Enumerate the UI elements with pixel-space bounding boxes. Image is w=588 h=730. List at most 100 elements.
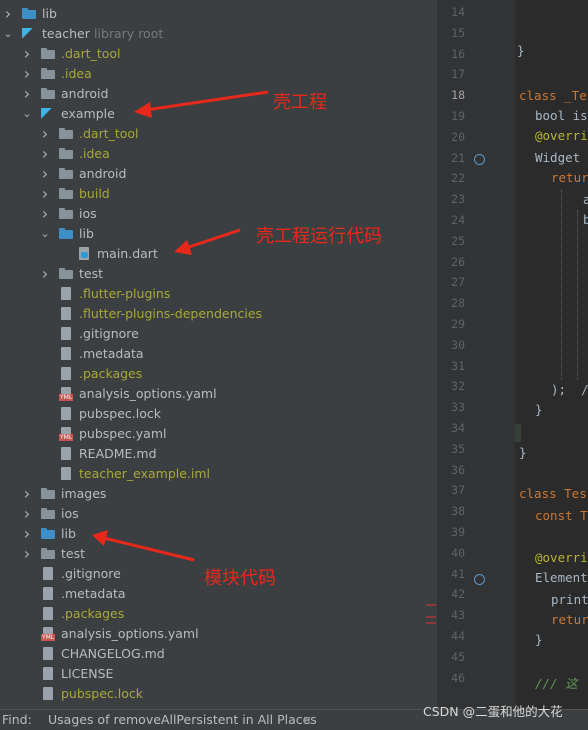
- tree-row[interactable]: › images: [0, 484, 437, 504]
- tree-row[interactable]: pubspec.lock: [0, 404, 437, 424]
- tree-row-label: .metadata: [79, 346, 144, 361]
- file-icon: [59, 287, 73, 301]
- code-line-32[interactable]: ); /: [551, 380, 588, 400]
- override-marker-icon[interactable]: [474, 154, 485, 165]
- tree-row[interactable]: .flutter-plugins: [0, 284, 437, 304]
- chevron-right-icon[interactable]: ›: [21, 524, 33, 544]
- gitignore-file-icon: [59, 327, 73, 341]
- tree-row-label: android: [61, 86, 109, 101]
- tree-row[interactable]: ⌄ ◤ teacher library root: [0, 24, 437, 44]
- tree-row[interactable]: › .idea: [0, 144, 437, 164]
- tree-row[interactable]: ⌄ ◤ example: [0, 104, 437, 124]
- find-tab[interactable]: Usages of removeAllPersistent in All Pla…: [48, 710, 317, 730]
- code-line-42[interactable]: print: [551, 590, 588, 610]
- tree-row-label: test: [61, 546, 86, 561]
- close-icon[interactable]: ×: [302, 710, 312, 730]
- code-line-33[interactable]: }: [535, 400, 543, 420]
- folder-test-icon: [59, 267, 73, 281]
- chevron-down-icon[interactable]: ⌄: [2, 24, 14, 44]
- chevron-right-icon[interactable]: ›: [21, 64, 33, 84]
- code-line-38[interactable]: const T: [535, 506, 588, 526]
- code-line-20[interactable]: @overri: [535, 126, 588, 146]
- tree-row-label: .gitignore: [61, 566, 121, 581]
- code-line-22[interactable]: retur: [551, 168, 588, 188]
- folder-gear-icon: [59, 187, 73, 201]
- tree-row-label: .dart_tool: [61, 46, 121, 61]
- tree-row-label: analysis_options.yaml: [61, 626, 199, 641]
- yaml-file-icon: [59, 387, 74, 401]
- tree-row[interactable]: › android: [0, 164, 437, 184]
- file-icon: [41, 607, 55, 621]
- code-line-37[interactable]: class Tes: [519, 484, 587, 504]
- chevron-right-icon[interactable]: ›: [21, 484, 33, 504]
- tree-row[interactable]: › build: [0, 184, 437, 204]
- chevron-right-icon[interactable]: ›: [21, 504, 33, 524]
- tree-row[interactable]: › .dart_tool: [0, 44, 437, 64]
- chevron-right-icon[interactable]: ›: [2, 4, 14, 24]
- tree-row-label: pubspec.yaml: [79, 426, 167, 441]
- tree-row[interactable]: .gitignore: [0, 324, 437, 344]
- file-icon: [59, 307, 73, 321]
- tree-row[interactable]: › android: [0, 84, 437, 104]
- tree-row[interactable]: pubspec.yaml: [0, 424, 437, 444]
- chevron-right-icon[interactable]: ›: [21, 544, 33, 564]
- error-stripe-mark[interactable]: [426, 622, 436, 624]
- code-line-46[interactable]: /// 这: [535, 674, 578, 694]
- chevron-right-icon[interactable]: ›: [39, 164, 51, 184]
- tree-row[interactable]: › lib: [0, 4, 437, 24]
- tree-row[interactable]: › ios: [0, 204, 437, 224]
- folder-gear-icon: [59, 147, 73, 161]
- tree-row[interactable]: .metadata: [0, 344, 437, 364]
- tree-row[interactable]: analysis_options.yaml: [0, 624, 437, 644]
- tree-row-label: LICENSE: [61, 666, 114, 681]
- tree-row[interactable]: .packages: [0, 604, 437, 624]
- tree-row-label: ios: [61, 506, 79, 521]
- chevron-right-icon[interactable]: ›: [39, 204, 51, 224]
- tree-row[interactable]: LICENSE: [0, 664, 437, 684]
- override-marker-icon[interactable]: [474, 574, 485, 585]
- chevron-right-icon[interactable]: ›: [21, 84, 33, 104]
- tree-row[interactable]: teacher_example.iml: [0, 464, 437, 484]
- error-stripe-mark[interactable]: [426, 616, 436, 618]
- chevron-right-icon[interactable]: ›: [39, 124, 51, 144]
- code-line-19[interactable]: bool is: [535, 106, 588, 126]
- tree-row[interactable]: › test: [0, 544, 437, 564]
- error-stripe-mark[interactable]: [426, 604, 436, 606]
- line-number: 44: [451, 629, 465, 643]
- code-line-44[interactable]: }: [535, 630, 543, 650]
- chevron-right-icon[interactable]: ›: [39, 144, 51, 164]
- tree-row[interactable]: analysis_options.yaml: [0, 384, 437, 404]
- chevron-right-icon[interactable]: ›: [39, 184, 51, 204]
- code-line-24[interactable]: b: [583, 210, 588, 230]
- line-number: 41: [451, 566, 465, 581]
- tree-row[interactable]: .packages: [0, 364, 437, 384]
- line-number: 31: [451, 358, 465, 373]
- chevron-down-icon[interactable]: ⌄: [39, 224, 51, 244]
- code-line-17[interactable]: }: [517, 41, 525, 61]
- line-number: 46: [451, 670, 465, 685]
- code-line-21[interactable]: Widget: [535, 148, 588, 168]
- tree-row[interactable]: › lib: [0, 524, 437, 544]
- line-number: 28: [451, 296, 465, 311]
- code-line-40[interactable]: @overri: [535, 548, 588, 568]
- file-icon: [59, 407, 73, 421]
- tree-row[interactable]: README.md: [0, 444, 437, 464]
- tree-row[interactable]: › ios: [0, 504, 437, 524]
- code-editor[interactable]: 14 15 16 17 18 19 20 21 22 23 24 25 26 27 28 29 30 31 32 33…: [437, 0, 588, 709]
- tree-row[interactable]: › .dart_tool: [0, 124, 437, 144]
- tree-row[interactable]: pubspec.lock: [0, 684, 437, 704]
- tree-row[interactable]: CHANGELOG.md: [0, 644, 437, 664]
- chevron-right-icon[interactable]: ›: [39, 264, 51, 284]
- tree-row-label: test: [79, 266, 104, 281]
- chevron-down-icon[interactable]: ⌄: [21, 104, 33, 124]
- line-number: 39: [451, 525, 465, 539]
- code-line-23[interactable]: a: [583, 190, 588, 210]
- tree-row[interactable]: .flutter-plugins-dependencies: [0, 304, 437, 324]
- tree-row[interactable]: › test: [0, 264, 437, 284]
- code-line-43[interactable]: retur: [551, 610, 588, 630]
- tree-row[interactable]: › .idea: [0, 64, 437, 84]
- chevron-right-icon[interactable]: ›: [21, 44, 33, 64]
- code-line-41[interactable]: Element: [535, 568, 588, 588]
- code-line-18[interactable]: class _Te: [519, 86, 587, 106]
- code-line-36[interactable]: }: [519, 443, 527, 463]
